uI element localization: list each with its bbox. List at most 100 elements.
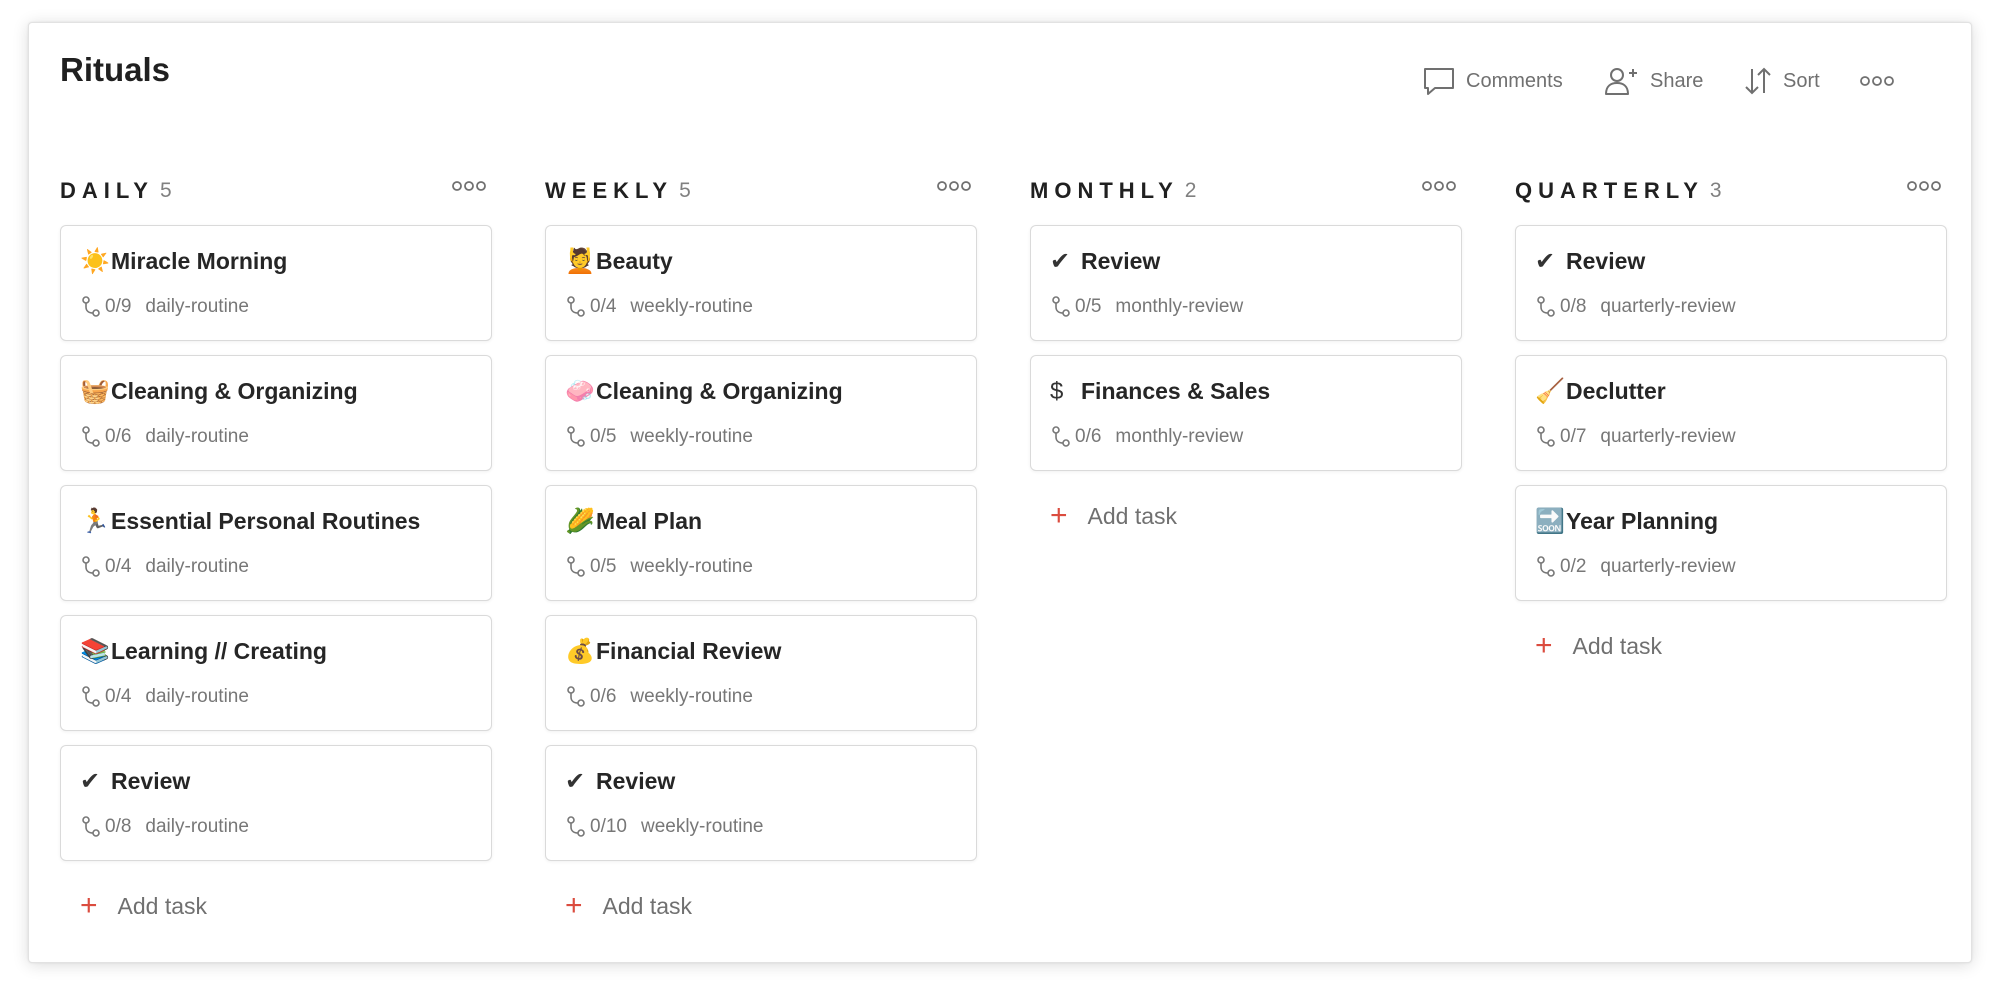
column-count: 5: [679, 179, 691, 202]
task-card[interactable]: ✔ Review 0/8 daily-routine: [60, 745, 492, 861]
card-title: Finances & Sales: [1081, 378, 1271, 404]
more-icon: [1860, 76, 1894, 86]
column-more-icon[interactable]: [937, 180, 971, 192]
add-task-button[interactable]: + Add task: [1515, 629, 1947, 663]
card-emoji-icon: 📚: [80, 637, 110, 665]
task-card[interactable]: 🧼 Cleaning & Organizing 0/5 weekly-routi…: [545, 355, 977, 471]
subtask-count: 0/6: [1075, 426, 1102, 447]
subtask-icon: [82, 296, 100, 317]
column-title: MONTHLY: [1030, 178, 1179, 203]
subtask-count: 0/6: [105, 426, 132, 447]
column-weekly: WEEKLY 5 💆 Beauty 0/4 weekly-routine 🧼 C…: [545, 171, 977, 923]
card-emoji-icon: ✔: [1535, 247, 1556, 275]
card-emoji-icon: 🧺: [80, 377, 110, 405]
card-emoji-icon: ✔: [80, 767, 101, 795]
subtask-icon: [1537, 556, 1555, 577]
subtask-count: 0/5: [1075, 296, 1102, 317]
task-card[interactable]: ✔ Review 0/8 quarterly-review: [1515, 225, 1947, 341]
card-meta: 0/5 monthly-review: [1051, 296, 1243, 318]
column-count: 2: [1184, 179, 1197, 202]
add-task-button[interactable]: + Add task: [60, 889, 492, 923]
subtask-count: 0/4: [105, 686, 132, 707]
task-card[interactable]: 🧺 Cleaning & Organizing 0/6 daily-routin…: [60, 355, 492, 471]
card-title: Review: [596, 768, 676, 794]
subtask-count: 0/8: [105, 816, 132, 837]
task-card[interactable]: 🏃 Essential Personal Routines 0/4 daily-…: [60, 485, 492, 601]
comments-label: Comments: [1466, 69, 1563, 92]
card-meta: 0/9 daily-routine: [81, 296, 249, 318]
subtask-icon: [82, 426, 100, 447]
add-task-label: Add task: [1087, 502, 1178, 529]
share-button[interactable]: Share: [1604, 61, 1703, 101]
task-card[interactable]: $ Finances & Sales 0/6 monthly-review: [1030, 355, 1462, 471]
task-card[interactable]: ✔ Review 0/5 monthly-review: [1030, 225, 1462, 341]
subtask-count: 0/2: [1560, 556, 1587, 577]
toolbar: Comments Share Sort: [29, 61, 1971, 101]
column-header: QUARTERLY 3: [1515, 171, 1947, 211]
subtask-count: 0/4: [105, 556, 132, 577]
task-card[interactable]: ✔ Review 0/10 weekly-routine: [545, 745, 977, 861]
column-title: DAILY: [60, 178, 154, 203]
card-label: monthly-review: [1115, 426, 1244, 447]
task-card[interactable]: 📚 Learning // Creating 0/4 daily-routine: [60, 615, 492, 731]
card-title-row: ☀️ Miracle Morning: [80, 248, 287, 275]
subtask-icon: [1052, 426, 1070, 447]
card-meta: 0/4 daily-routine: [81, 686, 249, 708]
subtask-icon: [1537, 426, 1555, 447]
card-emoji-icon: $: [1050, 377, 1064, 405]
column-header: DAILY 5: [60, 171, 492, 211]
task-card[interactable]: 💆 Beauty 0/4 weekly-routine: [545, 225, 977, 341]
column-monthly: MONTHLY 2 ✔ Review 0/5 monthly-review $ …: [1030, 171, 1462, 533]
task-card[interactable]: 🧹 Declutter 0/7 quarterly-review: [1515, 355, 1947, 471]
column-more-icon[interactable]: [1422, 180, 1456, 192]
card-title: Review: [1081, 248, 1161, 274]
card-emoji-icon: ✔: [1050, 247, 1071, 275]
card-title-row: ✔ Review: [565, 768, 675, 795]
card-emoji-icon: ✔: [565, 767, 586, 795]
card-title-row: 📚 Learning // Creating: [80, 638, 327, 665]
card-title-row: ✔ Review: [1050, 248, 1160, 275]
column-daily: DAILY 5 ☀️ Miracle Morning 0/9 daily-rou…: [60, 171, 492, 923]
column-header: WEEKLY 5: [545, 171, 977, 211]
column-title: WEEKLY: [545, 178, 674, 203]
more-options-button[interactable]: [1860, 61, 1904, 101]
card-title: Financial Review: [596, 638, 782, 664]
card-meta: 0/8 daily-routine: [81, 816, 249, 838]
task-card[interactable]: 🌽 Meal Plan 0/5 weekly-routine: [545, 485, 977, 601]
task-card[interactable]: 🔜 Year Planning 0/2 quarterly-review: [1515, 485, 1947, 601]
card-meta: 0/5 weekly-routine: [566, 556, 753, 578]
card-label: daily-routine: [145, 686, 249, 707]
column-more-icon[interactable]: [452, 180, 486, 192]
card-meta: 0/10 weekly-routine: [566, 816, 763, 838]
task-card[interactable]: 💰 Financial Review 0/6 weekly-routine: [545, 615, 977, 731]
card-meta: 0/6 daily-routine: [81, 426, 249, 448]
card-title-row: 💰 Financial Review: [565, 638, 781, 665]
card-title-row: 🏃 Essential Personal Routines: [80, 508, 420, 535]
card-title: Learning // Creating: [111, 638, 327, 664]
card-title: Essential Personal Routines: [111, 508, 421, 534]
card-label: daily-routine: [145, 816, 249, 837]
card-title-row: ✔ Review: [80, 768, 190, 795]
card-emoji-icon: 🌽: [565, 507, 595, 535]
card-title: Cleaning & Organizing: [111, 378, 358, 404]
column-more-icon[interactable]: [1907, 180, 1941, 192]
subtask-icon: [82, 816, 100, 837]
column-quarterly: QUARTERLY 3 ✔ Review 0/8 quarterly-revie…: [1515, 171, 1947, 663]
sort-button[interactable]: Sort: [1743, 61, 1820, 101]
comments-button[interactable]: Comments: [1422, 61, 1563, 101]
card-label: monthly-review: [1115, 296, 1244, 317]
card-meta: 0/8 quarterly-review: [1536, 296, 1736, 318]
task-card[interactable]: ☀️ Miracle Morning 0/9 daily-routine: [60, 225, 492, 341]
add-task-label: Add task: [602, 892, 693, 919]
subtask-icon: [1537, 296, 1555, 317]
column-count: 3: [1709, 179, 1722, 202]
add-task-button[interactable]: + Add task: [1030, 499, 1462, 533]
subtask-count: 0/9: [105, 296, 132, 317]
column-title: QUARTERLY: [1515, 178, 1704, 203]
card-title-row: 🧹 Declutter: [1535, 378, 1666, 405]
card-label: quarterly-review: [1600, 556, 1736, 577]
card-title-row: 🧺 Cleaning & Organizing: [80, 378, 358, 405]
subtask-icon: [1052, 296, 1070, 317]
add-task-button[interactable]: + Add task: [545, 889, 977, 923]
card-meta: 0/4 weekly-routine: [566, 296, 753, 318]
